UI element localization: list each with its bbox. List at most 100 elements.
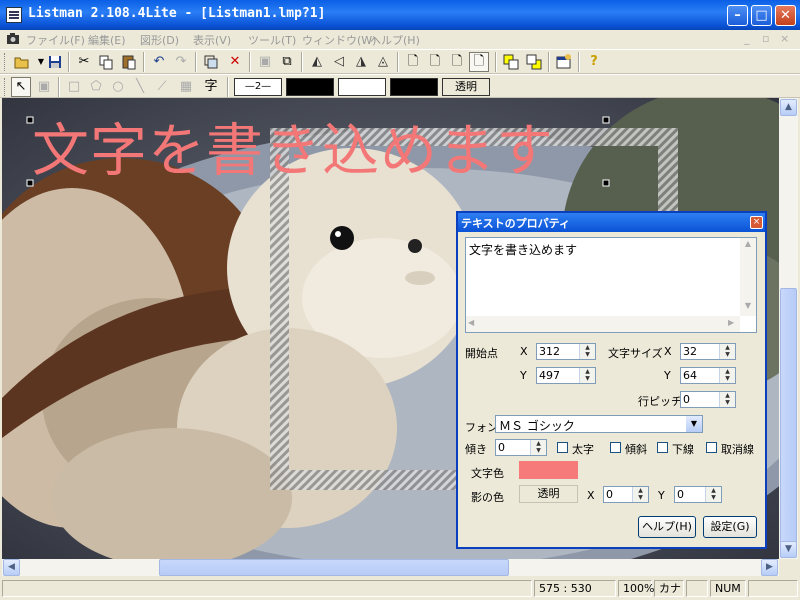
menu-window[interactable]: ウィンドウ(W)	[302, 32, 376, 48]
rotate-left-icon[interactable]: ◮	[351, 52, 371, 72]
spin-arrows-icon[interactable]: ▲ ▼	[632, 487, 648, 502]
menu-help[interactable]: ヘルプ(H)	[370, 32, 420, 48]
app-icon[interactable]	[6, 7, 22, 23]
rectangle-icon[interactable]: □	[64, 77, 84, 97]
scroll-down-icon[interactable]: ▼	[740, 301, 756, 310]
line-icon[interactable]: ╲	[130, 77, 150, 97]
scroll-up-icon[interactable]: ▲	[740, 239, 756, 248]
text-vscroll[interactable]: ▲ ▼	[740, 238, 756, 316]
spin-arrows-icon[interactable]: ▲ ▼	[719, 344, 735, 359]
camera-icon[interactable]	[6, 32, 20, 45]
copy-icon[interactable]	[96, 52, 116, 72]
page-icon[interactable]: 🗋	[447, 52, 467, 72]
apply-button[interactable]: 設定(G)	[703, 516, 757, 538]
text-tool-icon[interactable]: 字	[201, 77, 221, 97]
save-icon[interactable]	[45, 52, 65, 72]
mdi-restore-button[interactable]: ▫	[762, 32, 769, 45]
flip-vertical-icon[interactable]: ◁	[329, 52, 349, 72]
toolbar-grip[interactable]	[4, 78, 8, 96]
menu-shape[interactable]: 図形(D)	[140, 32, 179, 48]
send-back-icon[interactable]	[524, 52, 544, 72]
chevron-down-icon[interactable]: ▼	[686, 416, 702, 432]
ungroup-icon[interactable]: ⧉	[277, 52, 297, 72]
canvas-text-object[interactable]: 文字を書き込めます	[32, 116, 554, 186]
start-x-input[interactable]: 312 ▲ ▼	[536, 343, 596, 360]
vertical-scrollbar[interactable]: ▲ ▼	[779, 98, 798, 559]
horizontal-scroll-thumb[interactable]	[159, 559, 509, 576]
transparent-button[interactable]: 透明	[442, 78, 490, 96]
mdi-minimize-button[interactable]: _	[744, 32, 750, 45]
page-icon[interactable]: 🗋	[425, 52, 445, 72]
maximize-button[interactable]: □	[751, 5, 772, 26]
page-icon[interactable]: 🗋	[469, 52, 489, 72]
help-icon[interactable]: ?	[584, 52, 604, 72]
polygon-icon[interactable]: ⬠	[86, 77, 106, 97]
shadow-x-input[interactable]: 0 ▲ ▼	[603, 486, 649, 503]
start-y-input[interactable]: 497 ▲ ▼	[536, 367, 596, 384]
line-pitch-input[interactable]: 0 ▲ ▼	[680, 391, 736, 408]
bold-checkbox[interactable]	[557, 442, 568, 453]
dialog-title-bar[interactable]: テキストのプロパティ ×	[458, 213, 765, 232]
menu-edit[interactable]: 編集(E)	[88, 32, 126, 48]
horizontal-scrollbar[interactable]: ◀ ▶	[2, 559, 779, 576]
fill-color-selector[interactable]	[338, 78, 386, 96]
strikethrough-checkbox[interactable]	[706, 442, 717, 453]
scroll-right-icon[interactable]: ▶	[761, 559, 778, 576]
cut-icon[interactable]: ✂	[74, 52, 94, 72]
line-style-selector[interactable]: —2—	[234, 78, 282, 96]
scroll-left-icon[interactable]: ◀	[468, 318, 474, 327]
flip-horizontal-icon[interactable]: ◭	[307, 52, 327, 72]
bring-front-icon[interactable]	[501, 52, 521, 72]
properties-icon[interactable]	[554, 52, 574, 72]
rotate-right-icon[interactable]: ◬	[373, 52, 393, 72]
italic-checkbox[interactable]	[610, 442, 621, 453]
undo-icon[interactable]: ↶	[149, 52, 169, 72]
help-button[interactable]: ヘルプ(H)	[638, 516, 696, 538]
spin-arrows-icon[interactable]: ▲ ▼	[719, 392, 735, 407]
polyline-icon[interactable]: ⟋	[152, 77, 172, 97]
spin-arrows-icon[interactable]: ▲ ▼	[530, 440, 546, 455]
scroll-left-icon[interactable]: ◀	[3, 559, 20, 576]
fill-pattern-icon[interactable]: ▦	[176, 77, 196, 97]
spin-arrows-icon[interactable]: ▲ ▼	[579, 344, 595, 359]
menu-tools[interactable]: ツール(T)	[248, 32, 296, 48]
delete-icon[interactable]: ✕	[225, 52, 245, 72]
scroll-down-icon[interactable]: ▼	[780, 541, 797, 558]
menu-file[interactable]: ファイル(F)	[26, 32, 85, 48]
paste-icon[interactable]	[119, 52, 139, 72]
scroll-right-icon[interactable]: ▶	[728, 318, 734, 327]
underline-checkbox[interactable]	[657, 442, 668, 453]
spin-arrows-icon[interactable]: ▲ ▼	[719, 368, 735, 383]
title-bar[interactable]: Listman 2.108.4Lite - [Listman1.lmp?1] –…	[0, 0, 800, 30]
text-content-area[interactable]: 文字を書き込めます ▲ ▼ ◀ ▶	[465, 237, 757, 333]
size-x-input[interactable]: 32 ▲ ▼	[680, 343, 736, 360]
mdi-close-button[interactable]: ×	[780, 32, 789, 45]
spin-arrows-icon[interactable]: ▲ ▼	[579, 368, 595, 383]
line-color-selector[interactable]	[286, 78, 334, 96]
dialog-close-icon[interactable]: ×	[750, 216, 763, 229]
menu-view[interactable]: 表示(V)	[193, 32, 231, 48]
text-color-selector[interactable]	[390, 78, 438, 96]
select-pointer-icon[interactable]: ↖	[11, 77, 31, 97]
shadow-y-input[interactable]: 0 ▲ ▼	[674, 486, 722, 503]
font-select[interactable]: ＭＳ ゴシック ▼	[495, 415, 703, 433]
text-hscroll[interactable]: ◀ ▶	[466, 316, 740, 332]
size-y-input[interactable]: 64 ▲ ▼	[680, 367, 736, 384]
duplicate-icon[interactable]	[201, 52, 221, 72]
group-icon[interactable]: ▣	[255, 52, 275, 72]
size-x-label: X	[664, 345, 672, 358]
spin-arrows-icon[interactable]: ▲ ▼	[705, 487, 721, 502]
ellipse-icon[interactable]: ○	[108, 77, 128, 97]
redo-icon[interactable]: ↷	[171, 52, 191, 72]
shadow-color-swatch[interactable]: 透明	[519, 485, 578, 503]
minimize-button[interactable]: –	[727, 5, 748, 26]
close-button[interactable]: ✕	[775, 5, 796, 26]
text-color-swatch[interactable]	[519, 461, 578, 479]
scroll-up-icon[interactable]: ▲	[780, 99, 797, 116]
tilt-input[interactable]: 0 ▲ ▼	[495, 439, 547, 456]
vertical-scroll-thumb[interactable]	[780, 288, 797, 548]
page-icon[interactable]: 🗋	[403, 52, 423, 72]
select-area-icon[interactable]: ▣	[34, 77, 54, 97]
open-folder-icon[interactable]	[12, 52, 32, 72]
toolbar-grip[interactable]	[4, 53, 8, 71]
